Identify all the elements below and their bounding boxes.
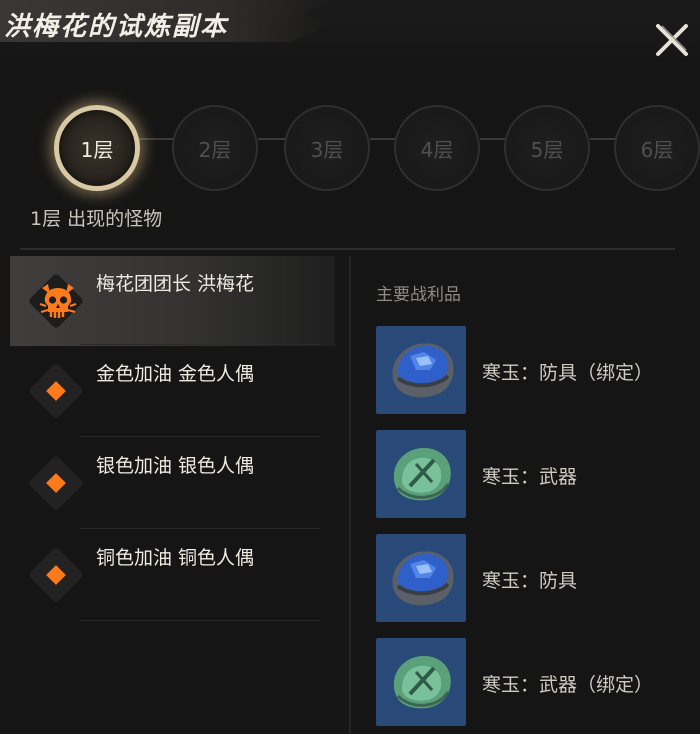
loot-item[interactable]: 寒玉：武器（绑定） (376, 638, 696, 728)
monster-name: 铜色加油 铜色人偶 (96, 547, 255, 569)
loot-icon-frame (376, 430, 466, 518)
list-divider (80, 344, 320, 345)
floor-label: 3层 (310, 137, 344, 162)
monster-item-silver[interactable]: 银色加油 银色人偶 (10, 438, 335, 528)
loot-item[interactable]: 寒玉：武器 (376, 430, 696, 520)
list-divider (80, 436, 320, 437)
floor-tab-3[interactable]: 3层 (284, 105, 370, 191)
loot-item[interactable]: 寒玉：防具（绑定） (376, 326, 696, 416)
floor-tab-6[interactable]: 6层 (614, 105, 700, 191)
blue-jade-icon (392, 343, 454, 398)
floor-tab-4[interactable]: 4层 (394, 105, 480, 191)
loot-icon-frame (376, 326, 466, 414)
loot-icon-frame (376, 534, 466, 622)
monster-name: 银色加油 银色人偶 (96, 455, 255, 477)
floor-tab-5[interactable]: 5层 (504, 105, 590, 191)
floor-tab-2[interactable]: 2层 (172, 105, 258, 191)
boss-skull-icon (39, 284, 77, 318)
monster-item-bronze[interactable]: 铜色加油 铜色人偶 (10, 530, 335, 620)
monsters-heading: 1层 出现的怪物 (30, 208, 163, 230)
column-divider (349, 256, 351, 734)
blue-jade-icon (392, 551, 454, 606)
loot-label: 寒玉：防具（绑定） (482, 362, 654, 384)
loot-label: 寒玉：武器 (482, 466, 578, 488)
list-divider (80, 620, 320, 621)
loot-heading: 主要战利品 (376, 285, 461, 305)
loot-icon-frame (376, 638, 466, 726)
close-icon[interactable] (654, 22, 690, 58)
monster-name: 金色加油 金色人偶 (96, 363, 255, 385)
monster-item-gold[interactable]: 金色加油 金色人偶 (10, 346, 335, 436)
green-jade-icon (393, 448, 451, 501)
monster-item-boss[interactable]: 梅花团团长 洪梅花 (10, 256, 335, 346)
section-divider (20, 248, 675, 250)
floor-label: 1层 (80, 137, 114, 162)
loot-label: 寒玉：武器（绑定） (482, 674, 654, 696)
floor-label: 2层 (198, 137, 232, 162)
loot-item[interactable]: 寒玉：防具 (376, 534, 696, 624)
floor-tab-1[interactable]: 1层 (54, 105, 140, 191)
monster-name: 梅花团团长 洪梅花 (96, 273, 255, 295)
title-bar: 洪梅花的试炼副本 (0, 0, 700, 58)
page-title: 洪梅花的试炼副本 (4, 12, 229, 42)
list-divider (80, 528, 320, 529)
floor-selector: 1层 2层 3层 4层 5层 6层 (0, 88, 700, 191)
floor-label: 6层 (640, 137, 674, 162)
green-jade-icon (393, 656, 451, 709)
loot-label: 寒玉：防具 (482, 570, 578, 592)
floor-label: 4层 (420, 137, 454, 162)
floor-label: 5层 (530, 137, 564, 162)
